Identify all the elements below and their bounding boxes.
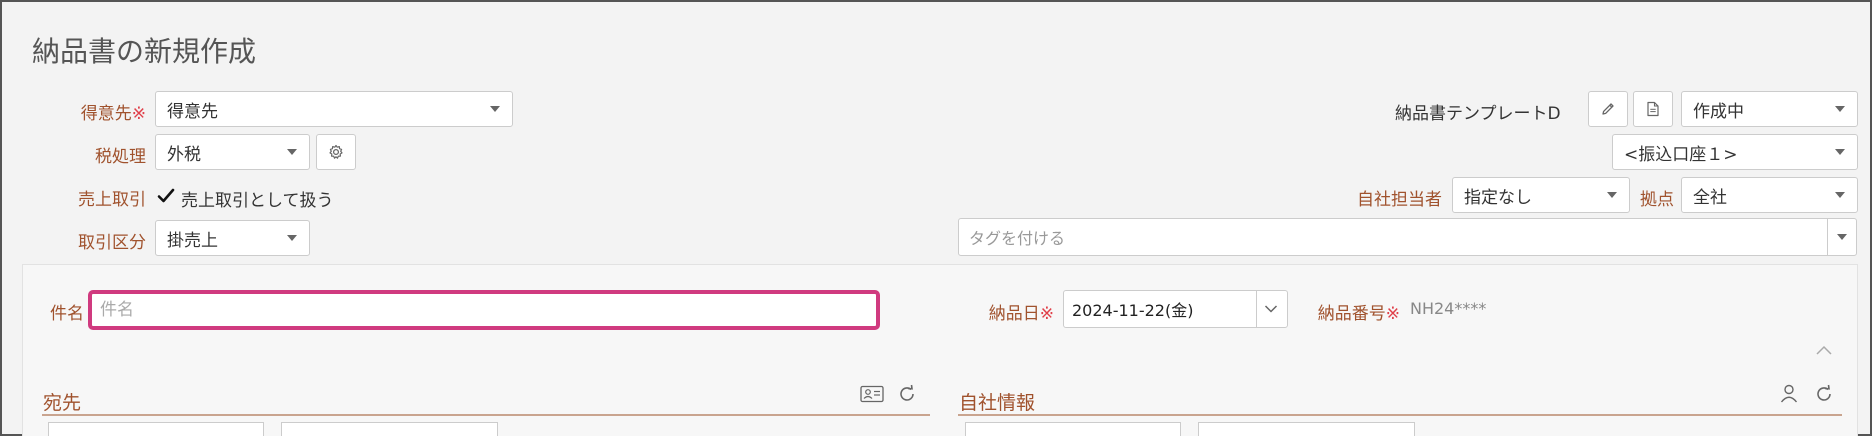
base-select[interactable]: 全社: [1681, 177, 1858, 213]
document-icon: [1646, 101, 1660, 117]
contact-card-icon: [860, 385, 884, 403]
recipient-field-2[interactable]: [281, 422, 498, 436]
recipient-refresh-button[interactable]: [897, 384, 917, 404]
company-field-1[interactable]: [965, 422, 1181, 436]
sales-checkbox[interactable]: [156, 186, 176, 206]
subject-label: 件名: [50, 304, 84, 324]
tax-select[interactable]: 外税: [155, 134, 310, 170]
contact-card-button[interactable]: [860, 385, 884, 403]
status-select-value: 作成中: [1693, 101, 1744, 122]
chevron-up-icon: [1815, 344, 1833, 356]
delivery-number-value: NH24****: [1410, 299, 1487, 318]
company-info-section-title: 自社情報: [959, 392, 1036, 414]
pencil-icon: [1600, 101, 1616, 117]
checkmark-icon: [157, 188, 175, 203]
delivery-date-field[interactable]: 2024-11-22(金): [1063, 290, 1288, 328]
page-title: 納品書の新規作成: [32, 35, 257, 68]
edit-template-button[interactable]: [1588, 91, 1628, 127]
staff-select-value: 指定なし: [1464, 187, 1532, 208]
bank-account-select-value: <振込口座１>: [1624, 144, 1738, 165]
chevron-down-icon: [1835, 192, 1845, 198]
chevron-down-icon: [1607, 192, 1617, 198]
refresh-icon: [1814, 384, 1834, 404]
chevron-down-icon: [287, 235, 297, 241]
divider: [1256, 291, 1257, 327]
base-label: 拠点: [1640, 190, 1674, 210]
customer-label: 得意先※: [80, 104, 146, 124]
chevron-down-icon: [1837, 234, 1847, 240]
customer-select[interactable]: 得意先: [155, 91, 513, 127]
tax-select-value: 外税: [167, 144, 201, 165]
company-person-button[interactable]: [1779, 383, 1799, 403]
refresh-icon: [897, 384, 917, 404]
chevron-down-icon: [490, 106, 500, 112]
recipient-section-title: 宛先: [43, 392, 82, 414]
tax-settings-button[interactable]: [316, 134, 356, 170]
company-refresh-button[interactable]: [1814, 384, 1834, 404]
preview-document-button[interactable]: [1633, 91, 1673, 127]
recipient-section-divider: [42, 414, 930, 416]
subject-input[interactable]: [100, 300, 876, 320]
chevron-down-icon: [287, 149, 297, 155]
transaction-label: 取引区分: [78, 233, 146, 253]
divider: [1827, 219, 1828, 255]
company-field-2[interactable]: [1198, 422, 1415, 436]
delivery-date-label: 納品日※: [988, 304, 1054, 324]
tax-label: 税処理: [95, 147, 146, 167]
template-name: 納品書テンプレートD: [1395, 104, 1561, 124]
tag-input[interactable]: タグを付ける: [958, 218, 1857, 256]
person-icon: [1779, 383, 1799, 403]
delivery-number-label: 納品番号※: [1317, 304, 1400, 324]
tag-input-placeholder: タグを付ける: [969, 229, 1066, 248]
chevron-down-icon[interactable]: [1264, 304, 1278, 314]
transaction-select[interactable]: 掛売上: [155, 220, 310, 256]
collapse-button[interactable]: [1815, 344, 1833, 356]
sales-label: 売上取引: [78, 190, 146, 210]
customer-select-value: 得意先: [167, 101, 218, 122]
company-info-section-divider: [958, 414, 1842, 416]
chevron-down-icon: [1835, 149, 1845, 155]
delivery-date-value: 2024-11-22(金): [1072, 301, 1194, 320]
chevron-down-icon: [1835, 106, 1845, 112]
staff-label: 自社担当者: [1357, 190, 1442, 210]
subject-field[interactable]: [88, 290, 880, 330]
status-select[interactable]: 作成中: [1681, 91, 1858, 127]
transaction-select-value: 掛売上: [167, 230, 218, 251]
gear-icon: [328, 144, 344, 160]
staff-select[interactable]: 指定なし: [1452, 177, 1630, 213]
sales-checkbox-label: 売上取引として扱う: [181, 191, 334, 211]
recipient-field-1[interactable]: [48, 422, 264, 436]
bank-account-select[interactable]: <振込口座１>: [1612, 134, 1858, 170]
base-select-value: 全社: [1693, 187, 1727, 208]
